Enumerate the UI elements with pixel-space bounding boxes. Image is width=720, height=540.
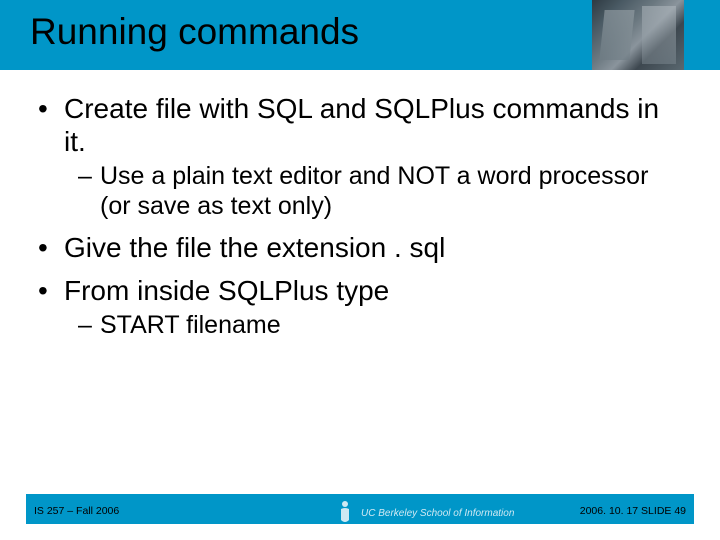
- bullet-text: Give the file the extension . sql: [64, 231, 678, 264]
- footer-logo: UC Berkeley School of Information: [335, 500, 514, 526]
- sub-bullet-item: – START filename: [78, 311, 678, 341]
- sub-bullet-text: START filename: [100, 311, 678, 341]
- slide-title: Running commands: [30, 11, 359, 53]
- slide: Running commands • Create file with SQL …: [0, 0, 720, 540]
- sub-bullet-item: – Use a plain text editor and NOT a word…: [78, 162, 678, 221]
- footer-logo-text: UC Berkeley School of Information: [361, 508, 514, 519]
- ischool-logo-icon: [335, 500, 355, 526]
- footer-left-text: IS 257 – Fall 2006: [34, 505, 119, 517]
- bullet-text: From inside SQLPlus type: [64, 274, 678, 307]
- dash-icon: –: [78, 162, 100, 221]
- dash-icon: –: [78, 311, 100, 341]
- header-decorative-photo: [592, 0, 684, 70]
- bullet-dot-icon: •: [38, 231, 64, 264]
- bullet-dot-icon: •: [38, 274, 64, 307]
- sub-bullet-text: Use a plain text editor and NOT a word p…: [100, 162, 678, 221]
- slide-content: • Create file with SQL and SQLPlus comma…: [38, 92, 678, 351]
- bullet-item: • Create file with SQL and SQLPlus comma…: [38, 92, 678, 221]
- bullet-item: • Give the file the extension . sql: [38, 231, 678, 264]
- bullet-text: Create file with SQL and SQLPlus command…: [64, 92, 678, 158]
- bullet-dot-icon: •: [38, 92, 64, 158]
- bullet-item: • From inside SQLPlus type – START filen…: [38, 274, 678, 341]
- footer-right-text: 2006. 10. 17 SLIDE 49: [580, 505, 686, 517]
